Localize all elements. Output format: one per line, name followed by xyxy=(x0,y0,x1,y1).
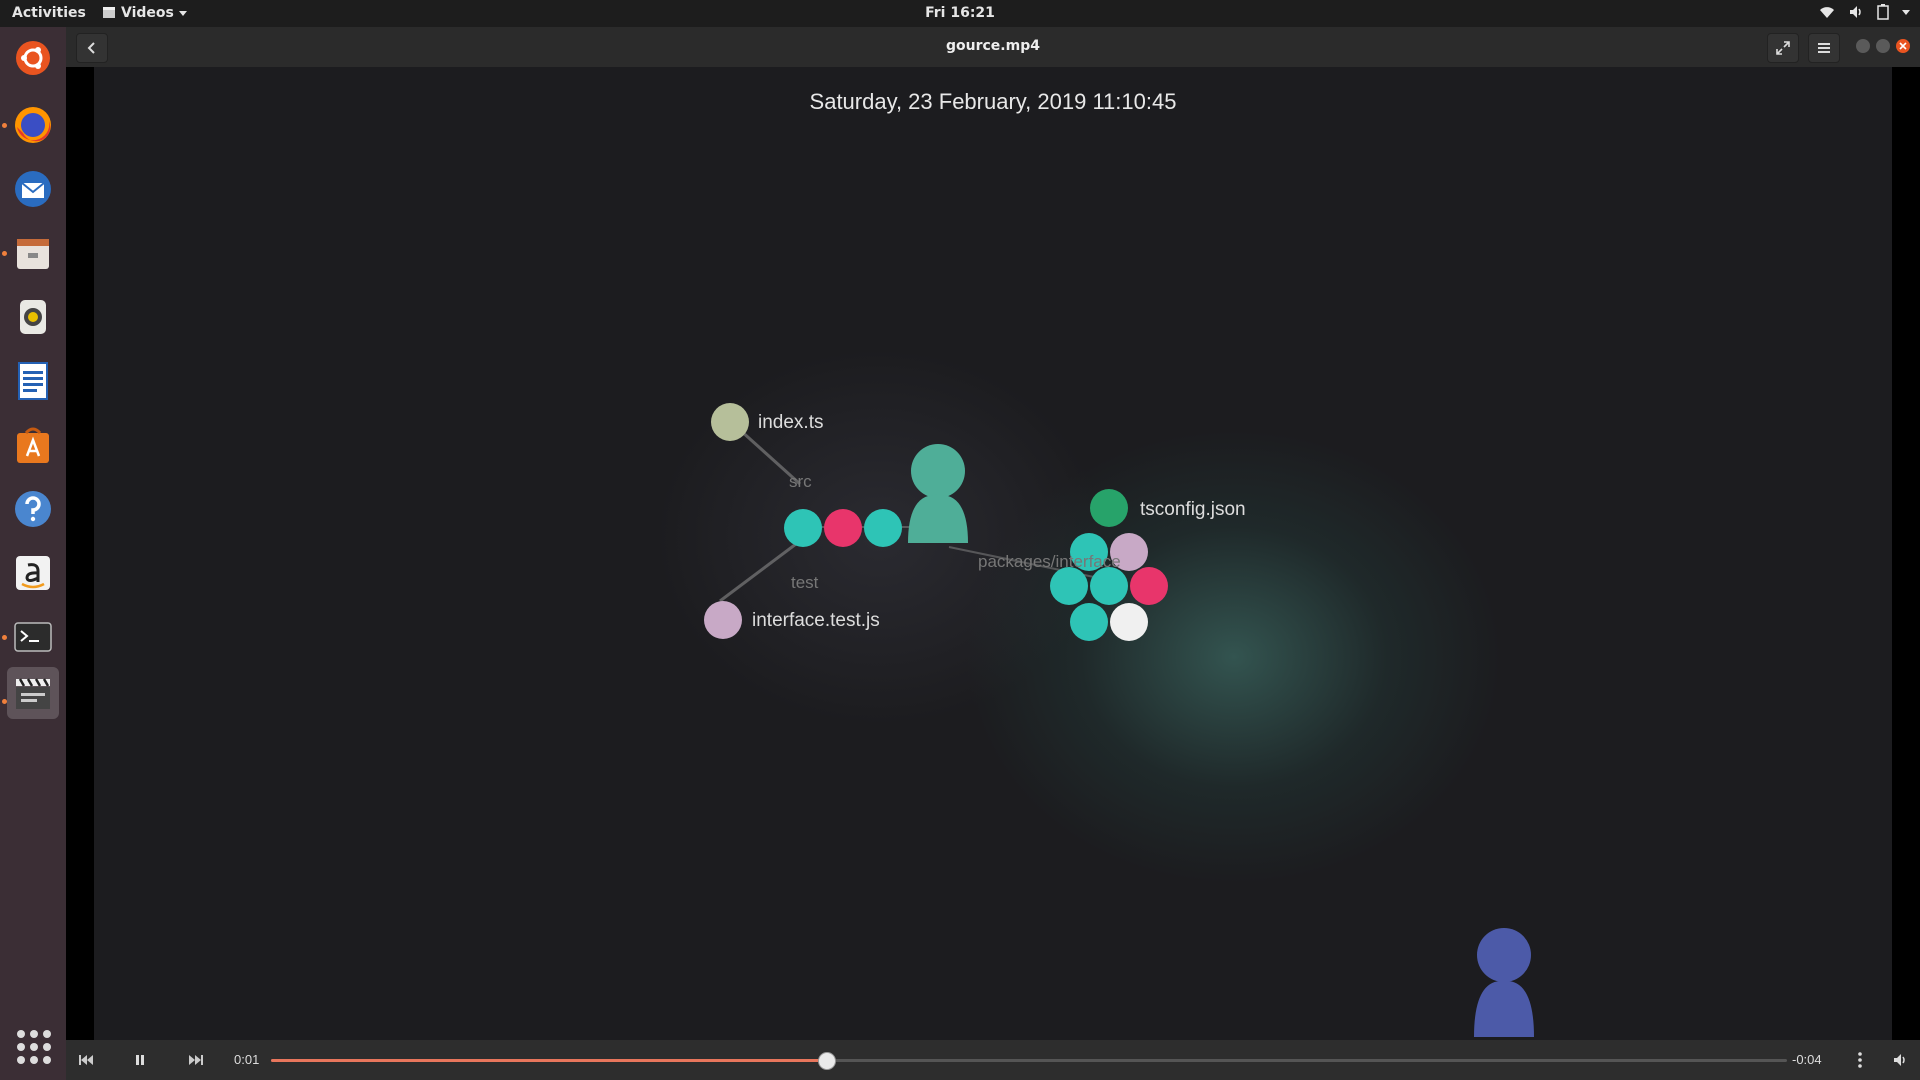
maximize-button[interactable] xyxy=(1876,39,1890,53)
dock-item-ubuntu[interactable] xyxy=(7,32,59,84)
file-node xyxy=(784,509,822,547)
terminal-icon xyxy=(14,622,52,652)
software-center-icon xyxy=(17,427,49,463)
play-pause-button[interactable] xyxy=(126,1046,154,1074)
menu-button[interactable] xyxy=(1808,33,1840,63)
fullscreen-button[interactable] xyxy=(1767,33,1799,63)
volume-icon xyxy=(1850,6,1861,18)
system-status-menu[interactable] xyxy=(1819,4,1910,20)
file-node xyxy=(711,403,749,441)
battery-icon xyxy=(1877,4,1889,20)
label-test: test xyxy=(791,573,819,592)
pause-icon xyxy=(136,1055,144,1065)
dock-item-thunderbird[interactable] xyxy=(7,163,59,215)
volume-button[interactable] xyxy=(1886,1046,1914,1074)
previous-button[interactable] xyxy=(72,1046,100,1074)
label-index: index.ts xyxy=(758,412,824,433)
next-button[interactable] xyxy=(182,1046,210,1074)
rhythmbox-icon xyxy=(20,300,46,334)
skip-forward-icon xyxy=(189,1055,203,1065)
dock-item-rhythmbox[interactable] xyxy=(7,291,59,343)
top-bar: Activities Videos Fri 16:21 xyxy=(0,0,1920,27)
file-node xyxy=(824,509,862,547)
elapsed-time: 0:01 xyxy=(234,1052,260,1067)
libreoffice-writer-icon xyxy=(18,362,48,400)
thunderbird-icon xyxy=(15,171,51,207)
clock[interactable]: Fri 16:21 xyxy=(925,5,995,21)
help-icon xyxy=(15,491,51,527)
file-node xyxy=(1130,567,1168,605)
label-interface-test: interface.test.js xyxy=(752,610,880,631)
dock xyxy=(0,27,66,1080)
ubuntu-logo-icon xyxy=(16,41,50,75)
more-options-button[interactable] xyxy=(1846,1046,1874,1074)
file-node xyxy=(1090,567,1128,605)
chevron-down-icon xyxy=(1902,9,1910,15)
app-menu[interactable]: Videos xyxy=(102,5,187,21)
user-avatar-icon xyxy=(1474,928,1534,1037)
dock-item-help[interactable] xyxy=(7,483,59,535)
amazon-icon xyxy=(16,556,50,590)
fullscreen-icon xyxy=(1776,41,1790,55)
wifi-icon xyxy=(1820,7,1834,18)
user-avatar-icon xyxy=(908,444,968,543)
video-frame: Saturday, 23 February, 2019 11:10:45 ind… xyxy=(94,67,1892,1040)
dock-item-writer[interactable] xyxy=(7,355,59,407)
label-packages: packages/interface xyxy=(978,552,1121,571)
minimize-button[interactable] xyxy=(1856,39,1870,53)
dock-item-videos[interactable] xyxy=(7,667,59,719)
firefox-icon xyxy=(15,107,51,143)
file-node xyxy=(1090,489,1128,527)
file-node xyxy=(864,509,902,547)
hamburger-menu-icon xyxy=(1818,43,1830,53)
chevron-down-icon xyxy=(178,10,187,16)
label-tsconfig: tsconfig.json xyxy=(1140,499,1246,520)
app-menu-label: Videos xyxy=(121,5,174,21)
seek-handle[interactable] xyxy=(817,1052,836,1070)
dock-item-terminal[interactable] xyxy=(7,611,59,663)
activities-button[interactable]: Activities xyxy=(12,5,86,21)
videos-app-icon xyxy=(103,7,115,18)
close-icon xyxy=(1899,42,1907,50)
close-button[interactable] xyxy=(1896,39,1910,53)
dock-item-files[interactable] xyxy=(7,227,59,279)
video-area[interactable]: Saturday, 23 February, 2019 11:10:45 ind… xyxy=(66,67,1920,1040)
label-src: src xyxy=(789,472,812,491)
file-node xyxy=(1070,603,1108,641)
files-icon xyxy=(17,239,49,269)
volume-icon xyxy=(1894,1054,1905,1066)
dock-item-firefox[interactable] xyxy=(7,99,59,151)
file-node xyxy=(1110,603,1148,641)
seek-bar-fill xyxy=(271,1059,826,1062)
skip-back-icon xyxy=(79,1055,93,1065)
file-node xyxy=(1050,567,1088,605)
show-applications-button[interactable] xyxy=(17,1030,51,1064)
window-header: gource.mp4 xyxy=(66,27,1920,68)
playback-controls: 0:01 -0:04 xyxy=(66,1040,1920,1080)
videos-icon xyxy=(16,678,50,709)
seek-bar[interactable] xyxy=(271,1052,1787,1070)
dock-item-amazon[interactable] xyxy=(7,547,59,599)
window-title: gource.mp4 xyxy=(946,38,1040,54)
vertical-dots-icon xyxy=(1858,1052,1862,1068)
file-node xyxy=(704,601,742,639)
remaining-time: -0:04 xyxy=(1792,1052,1822,1067)
dock-item-software[interactable] xyxy=(7,419,59,471)
